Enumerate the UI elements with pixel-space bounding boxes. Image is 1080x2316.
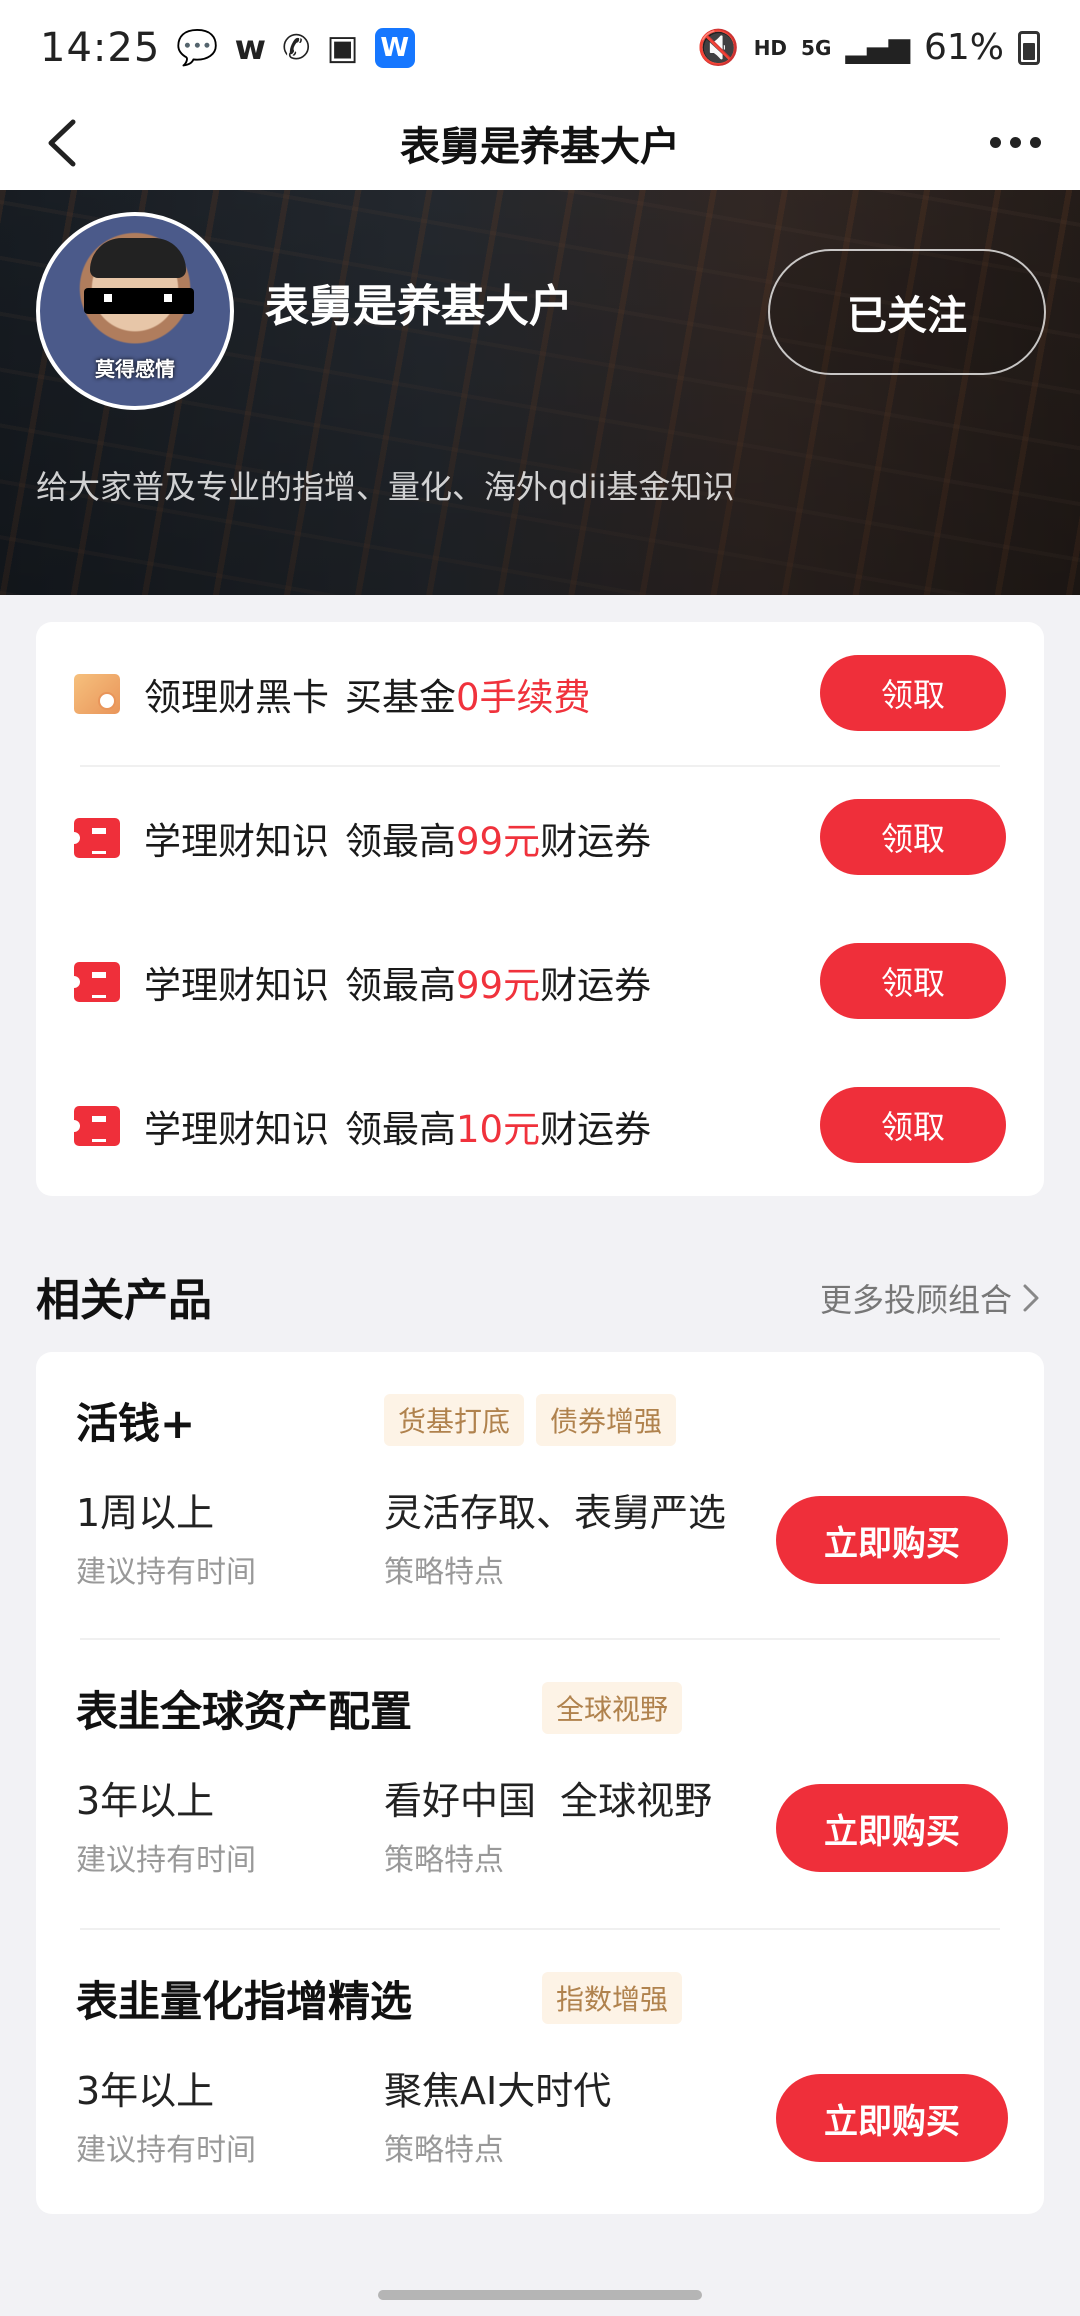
promo-row[interactable]: 学理财知识 领最高 10元 财运券 领取 [36, 1054, 1044, 1196]
buy-now-button[interactable]: 立即购买 [776, 1496, 1008, 1584]
tag-list: 货基打底 债券增强 [384, 1394, 677, 1446]
home-indicator[interactable] [378, 2290, 702, 2300]
holding-period-label: 建议持有时间 [76, 1555, 256, 1590]
sunglasses-icon [84, 288, 194, 314]
promo-text-mid: 领最高 [345, 820, 456, 863]
product-item[interactable]: 表韭全球资产配置 全球视野 3年以上 建议持有时间 看好中国 全球视野 策略特点… [36, 1640, 1044, 1930]
promo-highlight: 99元 [456, 964, 541, 1007]
product-item[interactable]: 表韭量化指增精选 指数增强 3年以上 建议持有时间 聚焦AI大时代 策略特点 立… [36, 1930, 1044, 2214]
product-tag: 全球视野 [542, 1682, 683, 1734]
avatar-caption: 莫得感情 [95, 357, 175, 381]
promo-text-after: 财运券 [540, 964, 652, 1007]
product-tag: 货基打底 [384, 1394, 525, 1446]
product-tag: 债券增强 [536, 1394, 677, 1446]
promo-text-mid: 领最高 [345, 1108, 456, 1151]
nav-bar: 表舅是养基大户 [0, 95, 1080, 190]
avatar-hair [90, 238, 186, 278]
wifi-call-icon: ✆ [282, 27, 311, 68]
holding-period-label: 建议持有时间 [76, 2133, 256, 2168]
more-dot-icon [1029, 136, 1041, 148]
holding-period: 3年以上 [76, 2069, 215, 2113]
profile-name: 表舅是养基大户 [265, 281, 573, 332]
strategy-feature-label: 策略特点 [384, 2133, 504, 2168]
gallery-icon: ▣ [326, 27, 359, 68]
more-portfolios-link[interactable]: 更多投顾组合 [820, 1275, 1040, 1321]
status-left: 14:25 💬 w ✆ ▣ W [40, 25, 415, 71]
promo-highlight: 10元 [456, 1108, 541, 1151]
claim-button[interactable]: 领取 [820, 1087, 1006, 1163]
battery-icon [1018, 30, 1040, 65]
more-dot-icon [1009, 136, 1021, 148]
coupon-icon [68, 818, 120, 858]
promo-highlight: 99元 [456, 820, 541, 863]
profile-banner: 莫得感情 表舅是养基大户 已关注 给大家普及专业的指增、量化、海外qdii基金知… [0, 190, 1080, 595]
black-card-icon [74, 674, 120, 714]
promo-text: 学理财知识 领最高 99元 财运券 [144, 766, 651, 910]
product-card: 活钱+ 货基打底 债券增强 1周以上 建议持有时间 灵活存取、表舅严选 策略特点… [36, 1352, 1044, 2214]
product-name: 活钱+ [76, 1399, 196, 1448]
avatar[interactable]: 莫得感情 [36, 212, 234, 410]
promo-text-after: 财运券 [540, 820, 652, 863]
strategy-feature: 看好中国 全球视野 [384, 1779, 713, 1823]
claim-button[interactable]: 领取 [820, 799, 1006, 875]
promo-row[interactable]: 领理财黑卡 买基金 0手续费 领取 [36, 622, 1044, 766]
promo-text-before: 学理财知识 [144, 820, 329, 863]
w-icon: w [234, 27, 267, 68]
signal-icon: ▂▄▆ [845, 31, 910, 64]
mute-icon: 🔇 [697, 27, 740, 68]
claim-button[interactable]: 领取 [820, 655, 1006, 731]
section-title: 相关产品 [36, 1275, 212, 1326]
more-dot-icon [989, 136, 1001, 148]
promo-text: 领理财黑卡 买基金 0手续费 [144, 622, 591, 766]
promo-text-before: 学理财知识 [144, 964, 329, 1007]
chevron-right-icon [1023, 1284, 1039, 1312]
page-title: 表舅是养基大户 [400, 123, 680, 170]
coupon-icon [68, 1106, 120, 1146]
holding-period: 3年以上 [76, 1779, 215, 1823]
strategy-feature: 聚焦AI大时代 [384, 2069, 612, 2113]
follow-button[interactable]: 已关注 [768, 249, 1046, 375]
promo-text: 学理财知识 领最高 99元 财运券 [144, 910, 651, 1054]
status-right: 🔇 HD 5G ▂▄▆ 61% [697, 27, 1040, 68]
promo-card: 领理财黑卡 买基金 0手续费 领取 学理财知识 领最高 99元 财运券 领取 学理财知识领… [36, 622, 1044, 1196]
battery-percent: 61% [923, 27, 1004, 68]
strategy-feature: 灵活存取、表舅严选 [384, 1491, 727, 1535]
product-name: 表韭量化指增精选 [76, 1977, 413, 2026]
promo-row[interactable]: 学理财知识 领最高 99元 财运券 领取 [36, 766, 1044, 910]
claim-button[interactable]: 领取 [820, 943, 1006, 1019]
promo-highlight: 0手续费 [456, 676, 591, 719]
promo-text-mid: 领最高 [345, 964, 456, 1007]
status-bar: 14:25 💬 w ✆ ▣ W 🔇 HD 5G ▂▄▆ 61% [0, 0, 1080, 95]
network-indicator: 5G [801, 35, 832, 60]
more-button[interactable] [980, 117, 1050, 167]
coupon-icon [68, 962, 120, 1002]
app-icon: W [374, 27, 415, 68]
promo-text-after: 财运券 [540, 1108, 652, 1151]
product-name: 表韭全球资产配置 [76, 1687, 413, 1736]
strategy-feature-label: 策略特点 [384, 1843, 504, 1878]
product-item[interactable]: 活钱+ 货基打底 债券增强 1周以上 建议持有时间 灵活存取、表舅严选 策略特点… [36, 1352, 1044, 1642]
strategy-feature-label: 策略特点 [384, 1555, 504, 1590]
hd-indicator: HD [753, 35, 788, 60]
back-button[interactable] [34, 115, 90, 171]
promo-text: 学理财知识 领最高 10元 财运券 [144, 1054, 651, 1196]
message-icon: 💬 [176, 27, 219, 68]
promo-row[interactable]: 学理财知识 领最高 99元 财运券 领取 [36, 910, 1044, 1054]
more-portfolios-label: 更多投顾组合 [819, 1281, 1012, 1319]
chevron-left-icon [48, 119, 76, 167]
promo-text-before: 领理财黑卡 [144, 676, 329, 719]
profile-description: 给大家普及专业的指增、量化、海外qdii基金知识 [36, 468, 735, 506]
promo-text-mid: 买基金 [345, 676, 456, 719]
buy-now-button[interactable]: 立即购买 [776, 1784, 1008, 1872]
product-tag: 指数增强 [542, 1972, 683, 2024]
promo-text-before: 学理财知识 [144, 1108, 329, 1151]
holding-period: 1周以上 [76, 1491, 215, 1535]
holding-period-label: 建议持有时间 [76, 1843, 256, 1878]
tag-list: 指数增强 [542, 1972, 683, 2024]
buy-now-button[interactable]: 立即购买 [776, 2074, 1008, 2162]
tag-list: 全球视野 [542, 1682, 683, 1734]
status-time: 14:25 [40, 24, 161, 71]
